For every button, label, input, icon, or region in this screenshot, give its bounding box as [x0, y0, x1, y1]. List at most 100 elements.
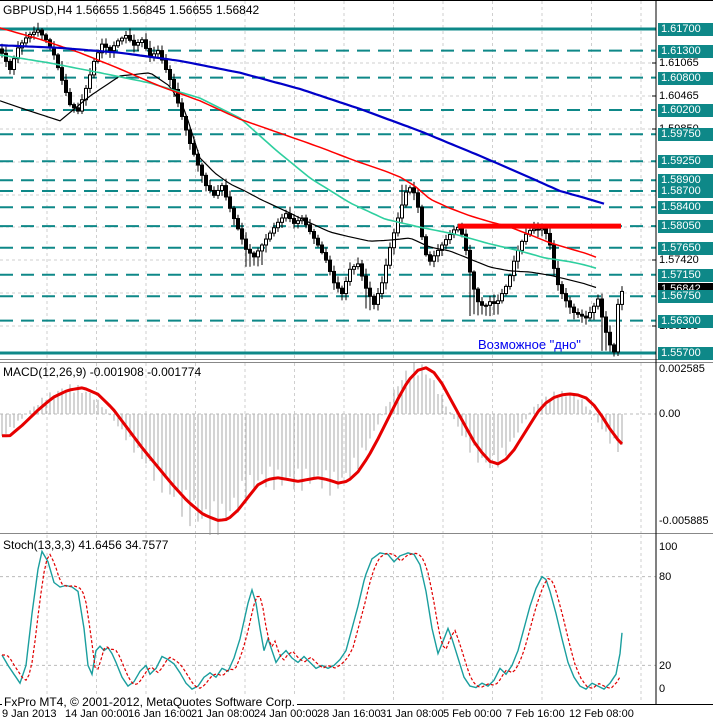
candle-body — [32, 31, 36, 35]
candle-body — [360, 263, 364, 277]
macd-scale-label: -0.005885 — [659, 515, 709, 527]
time-axis-label: 24 Jan 00:00 — [254, 708, 318, 720]
price-level-badge: 1.55700 — [658, 347, 713, 360]
candle-body — [172, 78, 176, 90]
main-price-chart[interactable] — [0, 1, 713, 363]
candle-body — [12, 58, 16, 71]
candle-body — [348, 268, 352, 282]
candle-body — [408, 187, 412, 193]
candle-body — [124, 34, 128, 39]
candle-body — [120, 37, 124, 42]
candle-body — [540, 227, 544, 231]
candle-body — [620, 290, 624, 305]
macd-panel-chart[interactable] — [0, 363, 713, 535]
candle-body — [428, 254, 432, 262]
candle-body — [36, 29, 40, 33]
macd-indicator-label: MACD(12,26,9) -0.001908 -0.001774 — [3, 365, 202, 379]
candle-body — [380, 282, 384, 295]
candle-body — [244, 238, 248, 250]
candle-body — [552, 244, 556, 269]
candle-body — [600, 298, 604, 318]
price-level-badge: 1.58700 — [658, 185, 713, 198]
candle-body — [188, 129, 192, 144]
candle-body — [136, 42, 140, 46]
stoch-d-line — [2, 552, 621, 689]
stoch-k-line — [1, 549, 623, 690]
stoch-scale-label: 20 — [659, 660, 672, 672]
candle-body — [564, 293, 568, 302]
candle-body — [524, 233, 528, 242]
candle-body — [484, 304, 488, 307]
candle-body — [156, 50, 160, 55]
candle-body — [496, 300, 500, 304]
candle-body — [388, 247, 392, 266]
candle-body — [276, 221, 280, 229]
candle-body — [0, 48, 4, 54]
price-level-badge: 1.60200 — [658, 104, 713, 117]
candle-body — [220, 185, 224, 191]
candle-body — [260, 244, 264, 252]
candle-body — [284, 213, 288, 219]
candle-body — [476, 288, 480, 303]
time-axis-label: 14 Jan 00:00 — [65, 708, 129, 720]
time-axis-label: 7 Feb 16:00 — [506, 708, 565, 720]
time-axis-label: 9 Jan 2013 — [2, 708, 57, 720]
candle-body — [108, 46, 112, 52]
candle-body — [364, 275, 368, 289]
price-level-badge: 1.61700 — [658, 23, 713, 36]
copyright-label: FxPro MT4, © 2001-2012, MetaQuotes Softw… — [2, 695, 297, 709]
candle-body — [104, 43, 108, 48]
candle-body — [520, 240, 524, 251]
candle-body — [92, 60, 96, 76]
candle-body — [504, 285, 508, 295]
candle-body — [40, 29, 44, 36]
candle-body — [356, 263, 360, 268]
candle-body — [256, 250, 260, 258]
candle-body — [72, 104, 76, 109]
candle-body — [4, 52, 8, 62]
candle-body — [208, 185, 212, 191]
candle-body — [76, 107, 80, 112]
price-level-badge: 1.61300 — [658, 45, 713, 58]
candle-body — [532, 228, 536, 232]
price-axis-label: 1.60465 — [659, 90, 699, 102]
candle-body — [60, 67, 64, 81]
candle-body — [584, 315, 588, 319]
candle-body — [592, 305, 596, 314]
candle-body — [332, 270, 336, 284]
candle-body — [112, 45, 116, 52]
candle-body — [488, 301, 492, 306]
candle-body — [144, 39, 148, 49]
price-level-badge: 1.60800 — [658, 72, 713, 85]
candle-body — [492, 301, 496, 305]
price-level-badge: 1.57650 — [658, 242, 713, 255]
time-axis-label: 12 Feb 08:00 — [569, 708, 634, 720]
candle-body — [612, 344, 616, 353]
price-level-badge: 1.59750 — [658, 128, 713, 141]
candle-body — [596, 298, 600, 307]
candle-body — [248, 248, 252, 254]
candle-body — [324, 252, 328, 261]
candle-body — [232, 207, 236, 220]
candle-body — [64, 79, 68, 93]
candle-body — [288, 213, 292, 220]
candle-body — [544, 227, 548, 234]
candle-body — [88, 74, 92, 89]
candle-body — [68, 91, 72, 106]
candle-body — [192, 142, 196, 155]
price-level-badge: 1.56750 — [658, 290, 713, 303]
stoch-panel-chart[interactable] — [0, 535, 713, 705]
stoch-scale-label: 0 — [659, 683, 666, 695]
candle-body — [280, 217, 284, 223]
candle-body — [604, 316, 608, 333]
candle-body — [128, 34, 132, 41]
candle-body — [480, 301, 484, 306]
candle-body — [240, 228, 244, 240]
candle-body — [468, 249, 472, 273]
candle-body — [372, 295, 376, 305]
candle-body — [568, 300, 572, 308]
candle-body — [508, 275, 512, 287]
candle-body — [132, 39, 136, 46]
candle-body — [376, 293, 380, 305]
candle-body — [200, 164, 204, 176]
